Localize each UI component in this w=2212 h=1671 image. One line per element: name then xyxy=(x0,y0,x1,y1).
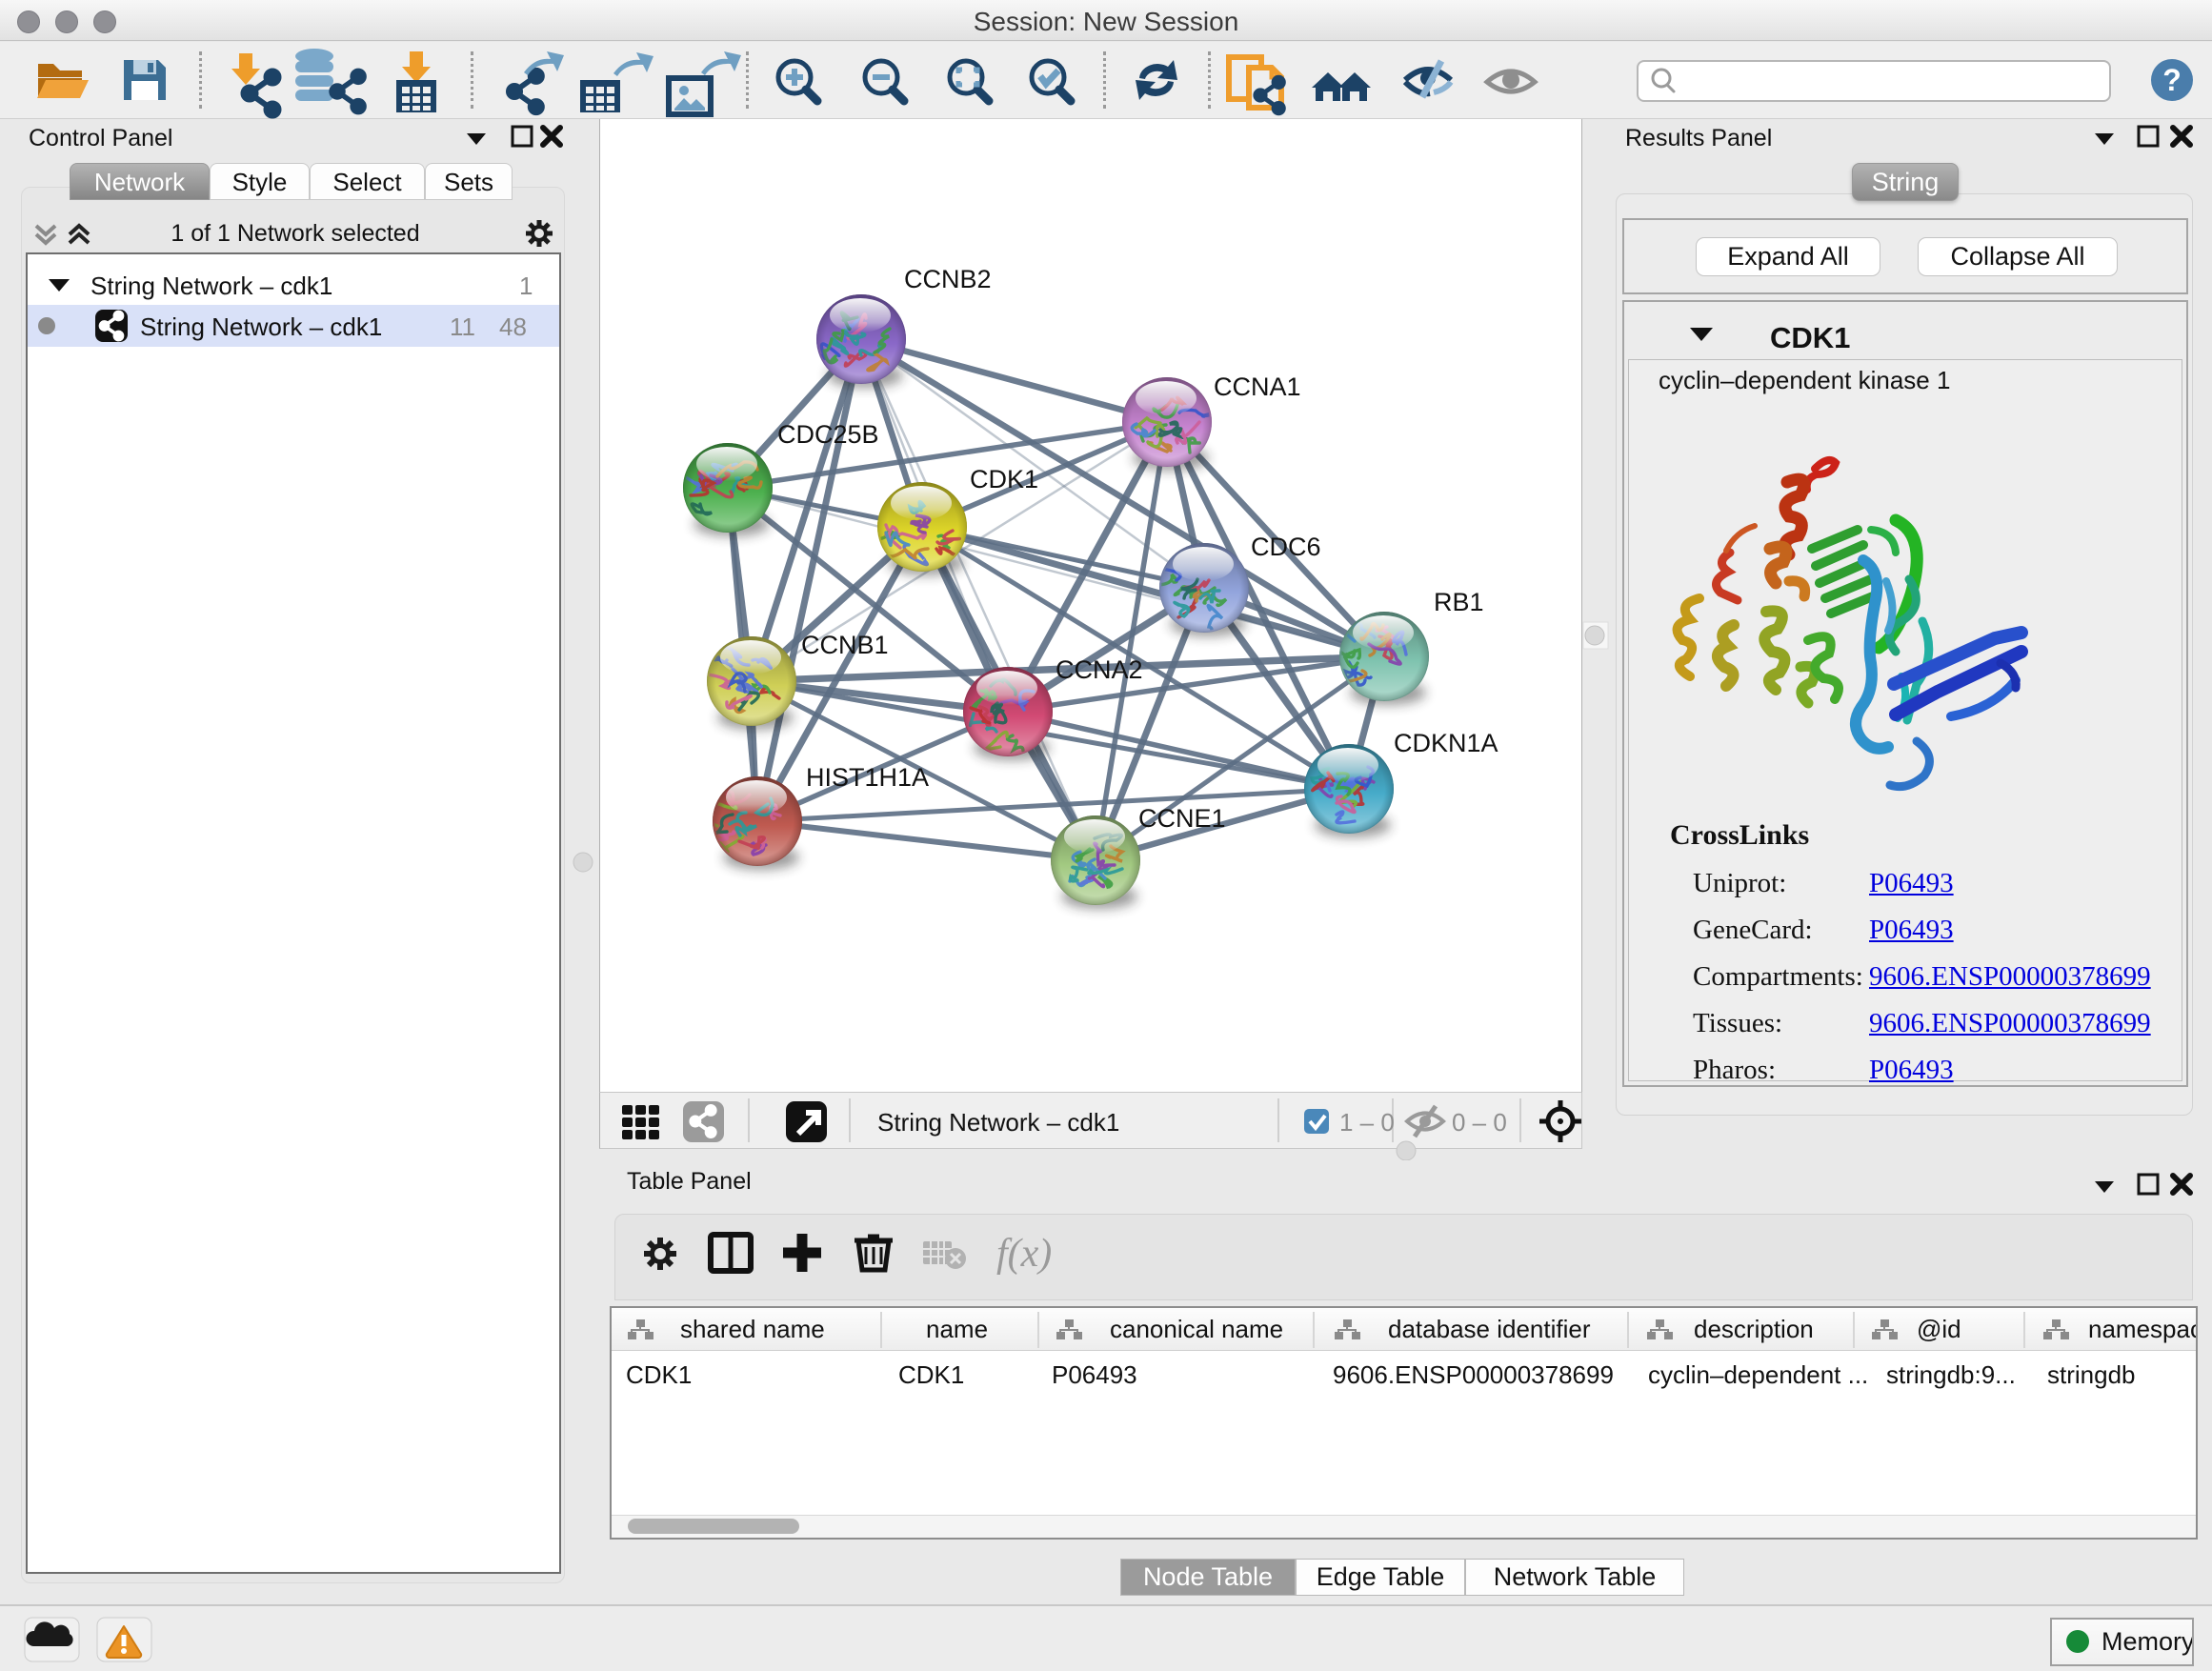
svg-text:String Network – cdk1: String Network – cdk1 xyxy=(140,312,382,341)
svg-text:1 – 0: 1 – 0 xyxy=(1339,1108,1395,1137)
svg-text:CCNB1: CCNB1 xyxy=(801,631,889,659)
svg-text:HIST1H1A: HIST1H1A xyxy=(806,763,929,792)
svg-text:1 of 1 Network selected: 1 of 1 Network selected xyxy=(171,220,419,247)
svg-text:CDKN1A: CDKN1A xyxy=(1394,729,1498,757)
svg-text:RB1: RB1 xyxy=(1434,588,1484,616)
svg-text:CCNA1: CCNA1 xyxy=(1214,372,1301,401)
svg-text:CCNE1: CCNE1 xyxy=(1138,804,1226,833)
svg-text:namespace: namespace xyxy=(2088,1315,2196,1343)
svg-text:1: 1 xyxy=(519,272,533,300)
svg-text:database identifier: database identifier xyxy=(1388,1315,1591,1343)
svg-text:canonical name: canonical name xyxy=(1110,1315,1283,1343)
svg-text:CDC25B: CDC25B xyxy=(777,420,879,449)
svg-text:CDC6: CDC6 xyxy=(1251,533,1321,561)
svg-text:48: 48 xyxy=(499,312,527,341)
svg-text:?: ? xyxy=(2162,63,2182,97)
svg-text:11: 11 xyxy=(450,312,475,341)
svg-text:CCNB2: CCNB2 xyxy=(904,265,992,293)
svg-text:CDK1: CDK1 xyxy=(970,465,1038,493)
svg-text:String Network – cdk1: String Network – cdk1 xyxy=(877,1108,1119,1137)
svg-text:CDK1: CDK1 xyxy=(1770,322,1850,354)
svg-text:shared name: shared name xyxy=(680,1315,825,1343)
svg-text:name: name xyxy=(926,1315,988,1343)
svg-text:@id: @id xyxy=(1917,1315,1961,1343)
svg-text:f(x): f(x) xyxy=(996,1232,1052,1276)
svg-text:0 – 0: 0 – 0 xyxy=(1452,1108,1507,1137)
svg-text:String Network – cdk1: String Network – cdk1 xyxy=(90,272,332,300)
svg-text:Memory: Memory xyxy=(2101,1627,2192,1656)
svg-text:description: description xyxy=(1694,1315,1814,1343)
svg-text:CCNA2: CCNA2 xyxy=(1056,655,1143,684)
